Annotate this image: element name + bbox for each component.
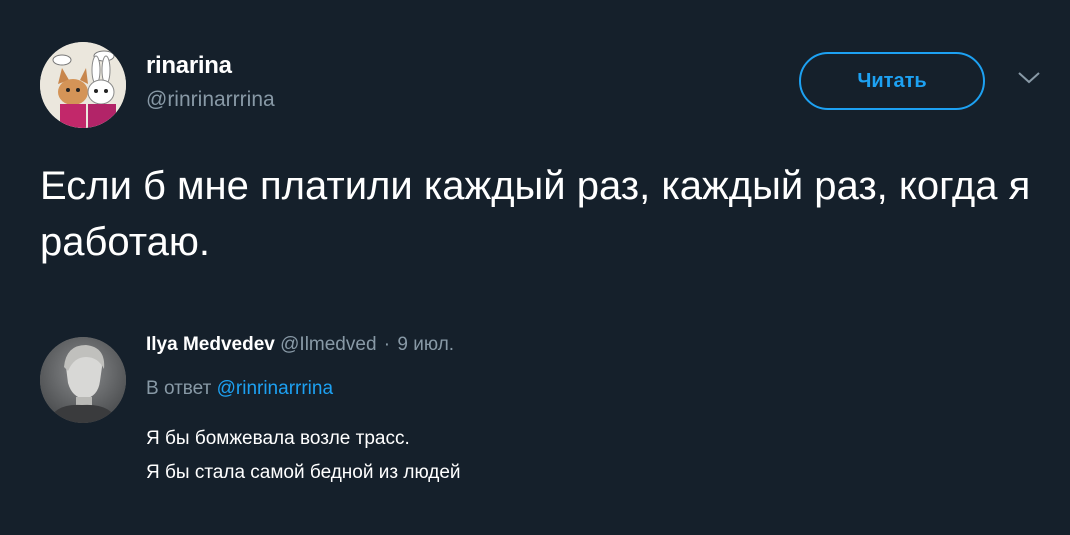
in-reply-to-prefix: В ответ [146, 378, 212, 399]
follow-button[interactable]: Читать [799, 52, 985, 110]
author-avatar-image [40, 42, 126, 128]
reply-text-line: Я бы бомжевала возле трасс. [146, 428, 410, 449]
reply-separator: · [383, 334, 391, 355]
in-reply-to: В ответ @rinrinarrrina [146, 378, 333, 400]
author-username[interactable]: @rinrinarrrina [146, 88, 275, 112]
reply-date[interactable]: 9 июл. [397, 334, 454, 355]
author-display-name[interactable]: rinarina [146, 52, 232, 80]
tweet-text: Если б мне платили каждый раз, каждый ра… [40, 164, 1031, 264]
chevron-down-icon[interactable] [1016, 70, 1042, 86]
tweet: rinarina @rinrinarrrina Читать Если б мн… [0, 0, 1070, 535]
reply-text: Я бы бомжевала возле трасс. Я бы стала с… [146, 422, 461, 490]
author-avatar[interactable] [40, 42, 126, 128]
reply-author-avatar-image [40, 337, 126, 423]
reply-author-display-name[interactable]: Ilya Medvedev [146, 334, 275, 355]
reply-author-avatar[interactable] [40, 337, 126, 423]
reply-author-username[interactable]: @Ilmedved [280, 334, 376, 355]
reply-header: Ilya Medvedev @Ilmedved · 9 июл. [146, 334, 454, 356]
reply-text-line: Я бы стала самой бедной из людей [146, 462, 461, 483]
in-reply-to-mention[interactable]: @rinrinarrrina [217, 378, 333, 399]
